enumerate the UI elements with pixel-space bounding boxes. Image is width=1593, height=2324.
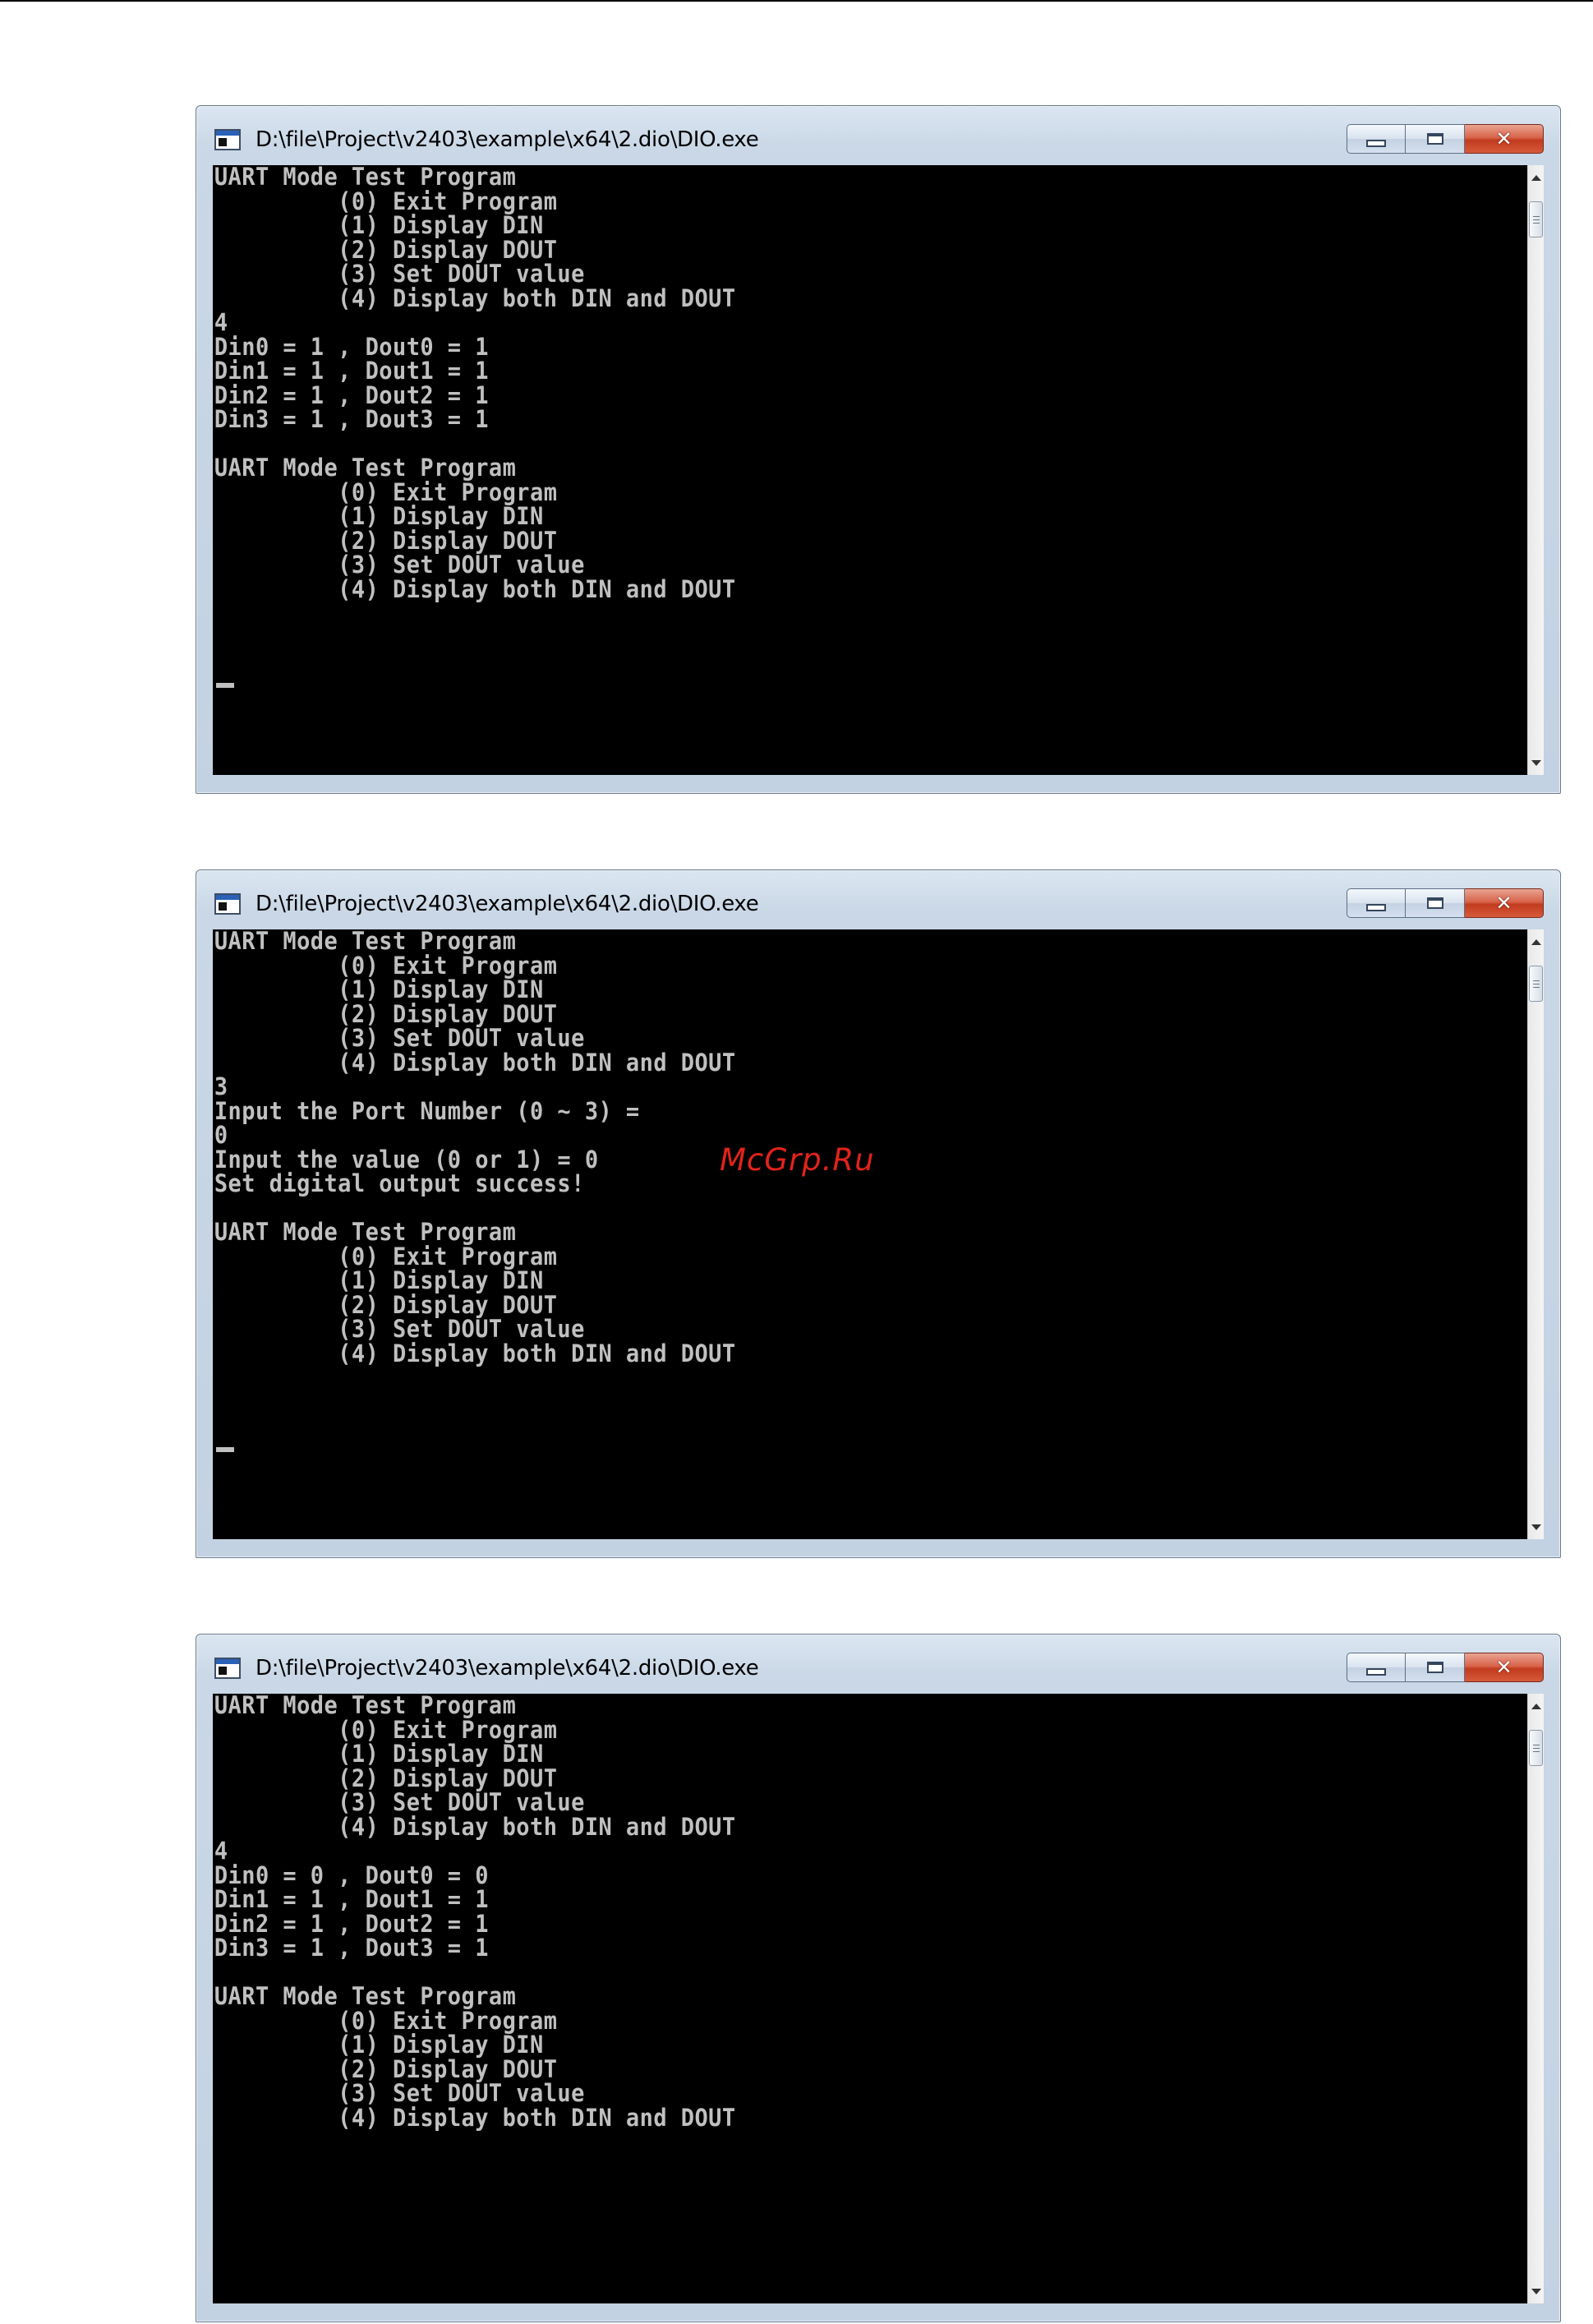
maximize-icon [1426,133,1443,145]
console-window-3[interactable]: D:\file\Project\v2403\example\x64\2.dio\… [196,1634,1561,2322]
title-bar[interactable]: D:\file\Project\v2403\example\x64\2.dio\… [196,1635,1560,1694]
scroll-up-arrow-icon [1531,174,1541,181]
grip-line [1533,1748,1540,1749]
title-bar[interactable]: D:\file\Project\v2403\example\x64\2.dio\… [196,106,1560,165]
maximize-icon [1426,1662,1443,1673]
console-window-1[interactable]: D:\file\Project\v2403\example\x64\2.dio\… [196,105,1561,794]
close-icon: ✕ [1495,892,1512,915]
minimize-icon [1366,139,1386,147]
console-text: UART Mode Test Program (0) Exit Program … [214,165,736,603]
minimize-button[interactable] [1347,1653,1406,1682]
close-icon: ✕ [1495,1656,1512,1679]
grip-line [1533,980,1540,981]
grip-line [1533,223,1540,224]
console-window-2[interactable]: D:\file\Project\v2403\example\x64\2.dio\… [196,869,1561,1558]
vertical-scrollbar[interactable] [1527,165,1544,775]
scroll-up-arrow-icon [1531,1703,1541,1709]
maximize-button[interactable] [1406,1653,1465,1682]
maximize-icon [1426,897,1443,909]
scroll-up-button[interactable] [1531,1699,1542,1713]
scroll-down-button[interactable] [1531,1519,1542,1534]
watermark: McGrp.Ru [720,1142,875,1178]
close-button[interactable]: ✕ [1465,124,1544,154]
scroll-up-button[interactable] [1531,170,1542,185]
minimize-button[interactable] [1347,888,1406,918]
minimize-icon [1366,1667,1386,1676]
window-title: D:\file\Project\v2403\example\x64\2.dio\… [256,127,759,152]
scroll-up-button[interactable] [1531,934,1542,949]
window-title: D:\file\Project\v2403\example\x64\2.dio\… [256,892,759,916]
scroll-thumb[interactable] [1529,201,1543,237]
scroll-down-arrow-icon [1531,2288,1541,2294]
scroll-down-arrow-icon [1531,1524,1541,1530]
scroll-down-button[interactable] [1531,755,1542,770]
maximize-button[interactable] [1406,888,1465,918]
close-button[interactable]: ✕ [1465,1653,1544,1682]
text-cursor [216,1447,234,1452]
console-window-icon[interactable] [214,1658,241,1679]
page-top-rule [0,0,1593,2]
console-window-icon[interactable] [214,129,241,150]
scroll-down-arrow-icon [1531,759,1541,766]
console-text: UART Mode Test Program (0) Exit Program … [214,1694,736,2132]
minimize-icon [1366,903,1386,911]
minimize-button[interactable] [1347,124,1406,154]
grip-line [1533,987,1540,988]
console-output[interactable]: UART Mode Test Program (0) Exit Program … [213,929,1527,1539]
scroll-thumb[interactable] [1529,1730,1543,1766]
grip-line [1533,1751,1540,1752]
grip-line [1533,216,1540,217]
console-output[interactable]: UART Mode Test Program (0) Exit Program … [213,1694,1527,2303]
title-bar[interactable]: D:\file\Project\v2403\example\x64\2.dio\… [196,870,1560,929]
close-button[interactable]: ✕ [1465,888,1544,918]
vertical-scrollbar[interactable] [1527,1694,1544,2303]
text-cursor [216,683,234,688]
window-title: D:\file\Project\v2403\example\x64\2.dio\… [256,1656,759,1681]
scroll-down-button[interactable] [1531,2284,1542,2299]
vertical-scrollbar[interactable] [1527,929,1544,1539]
grip-line [1533,219,1540,220]
scroll-up-arrow-icon [1531,938,1541,945]
scroll-thumb[interactable] [1529,966,1543,1002]
console-window-icon[interactable] [214,893,241,915]
console-output[interactable]: UART Mode Test Program (0) Exit Program … [213,165,1527,775]
close-icon: ✕ [1495,127,1512,150]
maximize-button[interactable] [1406,124,1465,154]
